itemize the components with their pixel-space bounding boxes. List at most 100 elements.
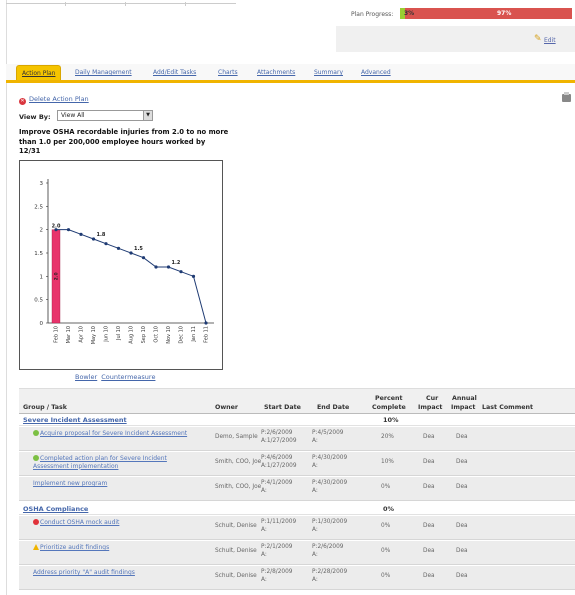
tab-attachments[interactable]: Attachments (257, 69, 295, 76)
task-start-actual: A: (261, 577, 267, 583)
task-cur-impact: Dea (423, 434, 435, 440)
task-row: Conduct OSHA mock audit Schult, Denise P… (19, 516, 575, 540)
plan-progress-bar: 3% 97% (400, 8, 572, 19)
x-tick-label: Sep 10 (141, 326, 147, 343)
col-annual-line1[interactable]: Annual (452, 395, 477, 403)
task-end-actual: A: (312, 488, 318, 494)
view-by-select[interactable]: View All ▼ (57, 110, 153, 121)
group-percent: 10% (383, 416, 399, 424)
task-start-planned: P:4/6/2009 (261, 455, 293, 461)
edit-link[interactable]: Edit (544, 37, 556, 44)
group-name-link[interactable]: OSHA Compliance (23, 505, 88, 513)
task-start-actual: A:1/27/2009 (261, 438, 297, 444)
task-name-link[interactable]: Acquire proposal for Severe Incident Ass… (33, 430, 203, 438)
tab-daily-management[interactable]: Daily Management (75, 69, 132, 76)
x-tick-label: Nov 10 (166, 326, 172, 344)
task-name-link[interactable]: Completed action plan for Severe Inciden… (33, 455, 203, 470)
goal-statement: Improve OSHA recordable injuries from 2.… (19, 128, 229, 155)
x-tick-label: Mar 10 (66, 326, 72, 343)
task-end-planned: P:4/30/2009 (312, 480, 348, 486)
tab-advanced[interactable]: Advanced (361, 69, 391, 76)
y-tick-label: 0.5 (34, 298, 43, 304)
task-annual-impact: Dea (456, 459, 468, 465)
col-start-date[interactable]: Start Date (264, 404, 301, 412)
delete-action-plan-link[interactable]: ✕ Delete Action Plan (19, 95, 89, 105)
pencil-icon[interactable]: ✎ (534, 35, 543, 44)
tab-add-edit-tasks[interactable]: Add/Edit Tasks (153, 69, 196, 76)
data-point (116, 246, 121, 250)
task-cur-impact: Dea (423, 548, 435, 554)
progress-done-value: 3% (404, 10, 415, 17)
y-tick-label: 1 (40, 274, 44, 280)
view-by-label: View By: (19, 113, 51, 121)
data-point (66, 228, 71, 232)
data-point (104, 242, 108, 246)
task-end-planned: P:2/6/2009 (312, 544, 344, 550)
col-percent-line2[interactable]: Complete (372, 404, 406, 412)
data-point (129, 251, 133, 255)
task-cur-impact: Dea (423, 484, 435, 490)
task-start-actual: A: (261, 527, 267, 533)
tab-bar: Action Plan Daily Management Add/Edit Ta… (6, 64, 575, 83)
task-annual-impact: Dea (456, 548, 468, 554)
col-group-task[interactable]: Group / Task (23, 404, 67, 412)
point-label: 1.8 (97, 232, 106, 238)
task-owner: Schult, Denise (215, 523, 257, 529)
group-name-link[interactable]: Severe Incident Assessment (23, 416, 127, 424)
col-percent-line1[interactable]: Percent (375, 395, 403, 403)
task-owner: Demo, Sample (215, 434, 258, 440)
task-start-actual: A:1/27/2009 (261, 463, 297, 469)
task-annual-impact: Dea (456, 573, 468, 579)
task-start-planned: P:2/1/2009 (261, 544, 293, 550)
x-tick-label: Oct 10 (154, 326, 160, 343)
x-tick-label: Jan 11 (191, 326, 197, 343)
task-start-planned: P:1/11/2009 (261, 519, 297, 525)
col-end-date[interactable]: End Date (317, 404, 349, 412)
view-by-selected: View All (61, 112, 85, 119)
y-tick-label: 2 (40, 228, 44, 234)
tab-charts[interactable]: Charts (218, 69, 238, 76)
col-owner[interactable]: Owner (215, 404, 238, 412)
tab-action-plan[interactable]: Action Plan (16, 65, 62, 80)
x-tick-label: Jun 10 (104, 326, 110, 343)
task-end-planned: P:1/30/2009 (312, 519, 348, 525)
task-end-planned: P:2/28/2009 (312, 569, 348, 575)
y-tick-label: 3 (40, 181, 44, 187)
task-name-link[interactable]: Conduct OSHA mock audit (33, 519, 203, 527)
col-last-comment[interactable]: Last Comment (482, 404, 533, 412)
data-point (204, 321, 208, 325)
data-point (166, 265, 171, 269)
task-end-actual: A: (312, 577, 318, 583)
x-tick-label: Feb 10 (54, 326, 60, 343)
countermeasure-link[interactable]: Countermeasure (101, 373, 155, 381)
task-name-link[interactable]: Address priority "A" audit findings (33, 569, 203, 577)
group-row: Severe Incident Assessment 10% (19, 414, 575, 426)
col-cur-line2[interactable]: Impact (418, 404, 442, 412)
task-name-link[interactable]: Implement new program (33, 480, 203, 488)
task-annual-impact: Dea (456, 484, 468, 490)
task-end-actual: A: (312, 463, 318, 469)
task-name-link[interactable]: Prioritize audit findings (33, 544, 203, 552)
col-annual-line2[interactable]: Impact (451, 404, 475, 412)
bowler-chart-svg: 00.511.522.532.02.01.81.51.2Feb 10 Mar 10… (34, 179, 214, 344)
point-label: 1.2 (172, 260, 181, 266)
status-green-icon (33, 455, 39, 461)
task-start-planned: P:2/8/2009 (261, 569, 293, 575)
task-row: Acquire proposal for Severe Incident Ass… (19, 427, 575, 451)
status-warning-icon (33, 544, 39, 550)
task-end-planned: P:4/5/2009 (312, 430, 344, 436)
tab-summary[interactable]: Summary (314, 69, 343, 76)
task-cur-impact: Dea (423, 459, 435, 465)
bar-inner-label: 2.0 (54, 272, 60, 280)
task-owner: Smith, COO, Joe (215, 459, 262, 465)
task-percent: 10% (381, 459, 394, 465)
print-icon[interactable] (562, 92, 571, 102)
bowler-link[interactable]: Bowler (75, 373, 97, 381)
task-end-actual: A: (312, 552, 318, 558)
y-tick-label: 2.5 (34, 204, 43, 210)
col-cur-line1[interactable]: Cur (426, 395, 438, 403)
task-row: Prioritize audit findings Schult, Denise… (19, 541, 575, 565)
task-percent: 0% (381, 523, 391, 529)
task-annual-impact: Dea (456, 523, 468, 529)
task-start-planned: P:2/6/2009 (261, 430, 293, 436)
